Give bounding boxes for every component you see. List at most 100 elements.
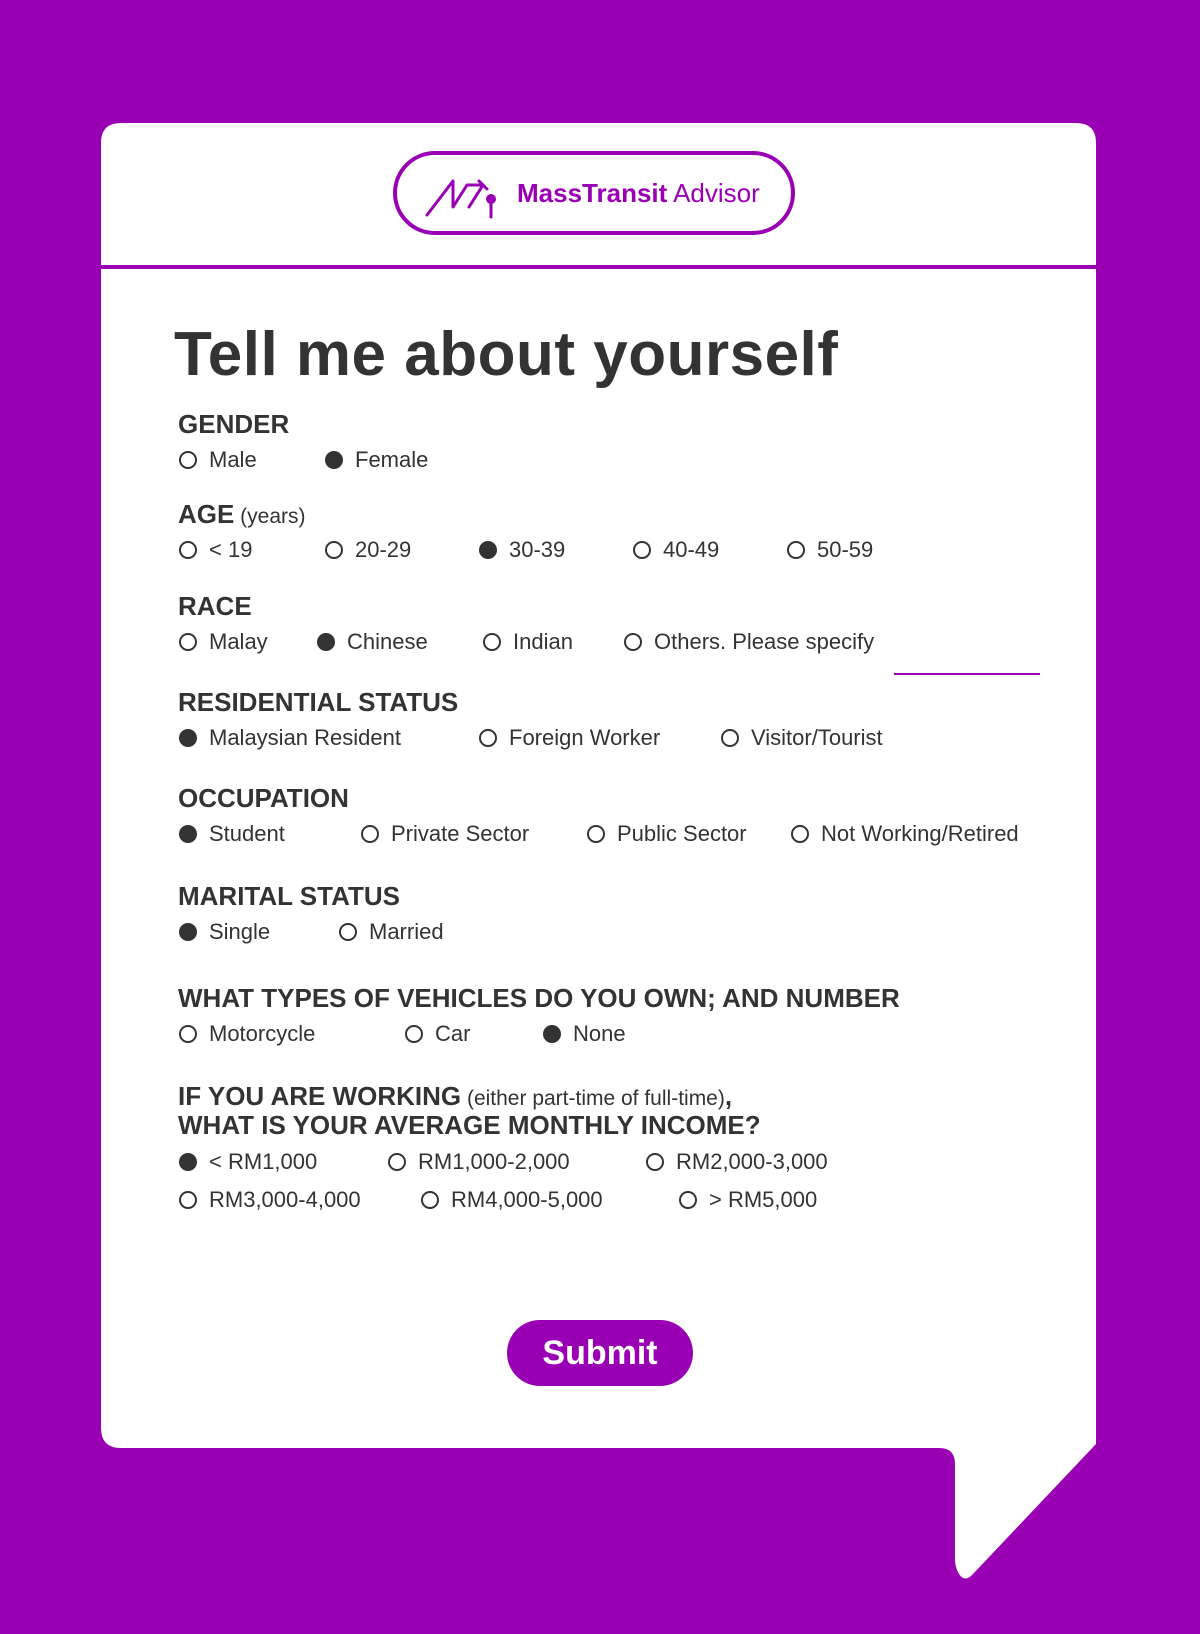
option-label: Public Sector xyxy=(617,821,747,846)
radio-unchecked-icon[interactable] xyxy=(405,1025,423,1043)
radio-unchecked-icon[interactable] xyxy=(179,451,197,469)
radio-unchecked-icon[interactable] xyxy=(587,825,605,843)
vehicles-option-none[interactable]: None xyxy=(543,1019,626,1049)
option-label: Private Sector xyxy=(391,821,530,846)
income-option-under-1000[interactable]: < RM1,000 xyxy=(179,1147,317,1177)
radio-unchecked-icon[interactable] xyxy=(483,633,501,651)
option-label: Male xyxy=(209,447,257,472)
radio-checked-icon[interactable] xyxy=(179,1153,197,1171)
radio-unchecked-icon[interactable] xyxy=(421,1191,439,1209)
brand-logo: MassTransit Advisor xyxy=(393,151,795,235)
radio-unchecked-icon[interactable] xyxy=(787,541,805,559)
occupation-option-not-working-retired[interactable]: Not Working/Retired xyxy=(791,819,1019,849)
transit-logo-icon xyxy=(425,179,496,219)
submit-button[interactable]: Submit xyxy=(507,1320,693,1386)
marital-option-single[interactable]: Single xyxy=(179,917,270,947)
option-label: Others. Please specify xyxy=(654,629,875,654)
race-option-indian[interactable]: Indian xyxy=(483,627,573,657)
radio-unchecked-icon[interactable] xyxy=(679,1191,697,1209)
radio-unchecked-icon[interactable] xyxy=(179,1025,197,1043)
option-label: RM3,000-4,000 xyxy=(209,1187,361,1212)
radio-unchecked-icon[interactable] xyxy=(388,1153,406,1171)
gender-option-female[interactable]: Female xyxy=(325,445,428,475)
radio-checked-icon[interactable] xyxy=(179,729,197,747)
radio-unchecked-icon[interactable] xyxy=(179,633,197,651)
income-option-3000-4000[interactable]: RM3,000-4,000 xyxy=(179,1185,361,1215)
occupation-heading: OCCUPATION xyxy=(178,783,349,813)
marital-option-married[interactable]: Married xyxy=(339,917,444,947)
option-label: None xyxy=(573,1021,626,1046)
option-label: Student xyxy=(209,821,285,846)
radio-unchecked-icon[interactable] xyxy=(791,825,809,843)
radio-unchecked-icon[interactable] xyxy=(179,1191,197,1209)
option-label: < RM1,000 xyxy=(209,1149,318,1174)
radio-checked-icon[interactable] xyxy=(543,1025,561,1043)
gender-heading: GENDER xyxy=(178,409,290,439)
race-option-malay[interactable]: Malay xyxy=(179,627,268,657)
option-label: < 19 xyxy=(209,537,253,562)
option-label: Female xyxy=(355,447,429,472)
race-option-chinese[interactable]: Chinese xyxy=(317,627,428,657)
page-title: Tell me about yourself xyxy=(174,320,839,389)
option-label: 30-39 xyxy=(509,537,566,562)
survey-card: MassTransit Advisor Tell me about yourse… xyxy=(101,123,1096,1448)
option-label: > RM5,000 xyxy=(709,1187,818,1212)
radio-unchecked-icon[interactable] xyxy=(646,1153,664,1171)
residential-option-visitor-tourist[interactable]: Visitor/Tourist xyxy=(721,723,883,753)
radio-checked-icon[interactable] xyxy=(179,825,197,843)
occupation-option-student[interactable]: Student xyxy=(179,819,285,849)
option-label: Malay xyxy=(209,629,268,654)
option-label: Not Working/Retired xyxy=(821,821,1019,846)
option-label: Single xyxy=(209,919,271,944)
age-heading-note: (years) xyxy=(234,505,306,528)
option-label: Foreign Worker xyxy=(509,725,661,750)
race-specify-input[interactable] xyxy=(894,673,1040,675)
option-label: 20-29 xyxy=(355,537,412,562)
option-label: Visitor/Tourist xyxy=(751,725,883,750)
vehicles-option-car[interactable]: Car xyxy=(405,1019,470,1049)
radio-unchecked-icon[interactable] xyxy=(361,825,379,843)
radio-unchecked-icon[interactable] xyxy=(179,541,197,559)
income-option-1000-2000[interactable]: RM1,000-2,000 xyxy=(388,1147,570,1177)
radio-unchecked-icon[interactable] xyxy=(721,729,739,747)
radio-checked-icon[interactable] xyxy=(325,451,343,469)
race-option-others[interactable]: Others. Please specify xyxy=(624,627,874,657)
occupation-option-private-sector[interactable]: Private Sector xyxy=(361,819,529,849)
radio-unchecked-icon[interactable] xyxy=(479,729,497,747)
option-label: 50-59 xyxy=(817,537,874,562)
option-label: Married xyxy=(369,919,444,944)
age-heading: AGE (years) xyxy=(178,499,306,529)
vehicles-option-motorcycle[interactable]: Motorcycle xyxy=(179,1019,315,1049)
income-option-over-5000[interactable]: > RM5,000 xyxy=(679,1185,817,1215)
income-heading-line2: WHAT IS YOUR AVERAGE MONTHLY INCOME? xyxy=(178,1110,761,1140)
brand-name: MassTransit Advisor xyxy=(517,177,760,208)
occupation-option-public-sector[interactable]: Public Sector xyxy=(587,819,747,849)
option-label: RM2,000-3,000 xyxy=(676,1149,828,1174)
header-divider xyxy=(101,265,1096,269)
option-label: RM4,000-5,000 xyxy=(451,1187,603,1212)
race-heading: RACE xyxy=(178,591,252,621)
age-option-30-39[interactable]: 30-39 xyxy=(479,535,565,565)
gender-option-male[interactable]: Male xyxy=(179,445,257,475)
income-option-4000-5000[interactable]: RM4,000-5,000 xyxy=(421,1185,603,1215)
age-option-40-49[interactable]: 40-49 xyxy=(633,535,719,565)
radio-checked-icon[interactable] xyxy=(479,541,497,559)
radio-unchecked-icon[interactable] xyxy=(624,633,642,651)
residential-heading: RESIDENTIAL STATUS xyxy=(178,687,459,717)
age-option-under-19[interactable]: < 19 xyxy=(179,535,252,565)
option-label: Car xyxy=(435,1021,471,1046)
radio-unchecked-icon[interactable] xyxy=(325,541,343,559)
marital-heading: MARITAL STATUS xyxy=(178,881,400,911)
radio-unchecked-icon[interactable] xyxy=(633,541,651,559)
vehicles-heading: WHAT TYPES OF VEHICLES DO YOU OWN; AND N… xyxy=(178,983,900,1013)
age-option-50-59[interactable]: 50-59 xyxy=(787,535,873,565)
income-option-2000-3000[interactable]: RM2,000-3,000 xyxy=(646,1147,828,1177)
age-option-20-29[interactable]: 20-29 xyxy=(325,535,411,565)
radio-checked-icon[interactable] xyxy=(179,923,197,941)
radio-unchecked-icon[interactable] xyxy=(339,923,357,941)
radio-checked-icon[interactable] xyxy=(317,633,335,651)
option-label: Malaysian Resident xyxy=(209,725,401,750)
option-label: Indian xyxy=(513,629,573,654)
residential-option-foreign-worker[interactable]: Foreign Worker xyxy=(479,723,660,753)
residential-option-malaysian-resident[interactable]: Malaysian Resident xyxy=(179,723,401,753)
